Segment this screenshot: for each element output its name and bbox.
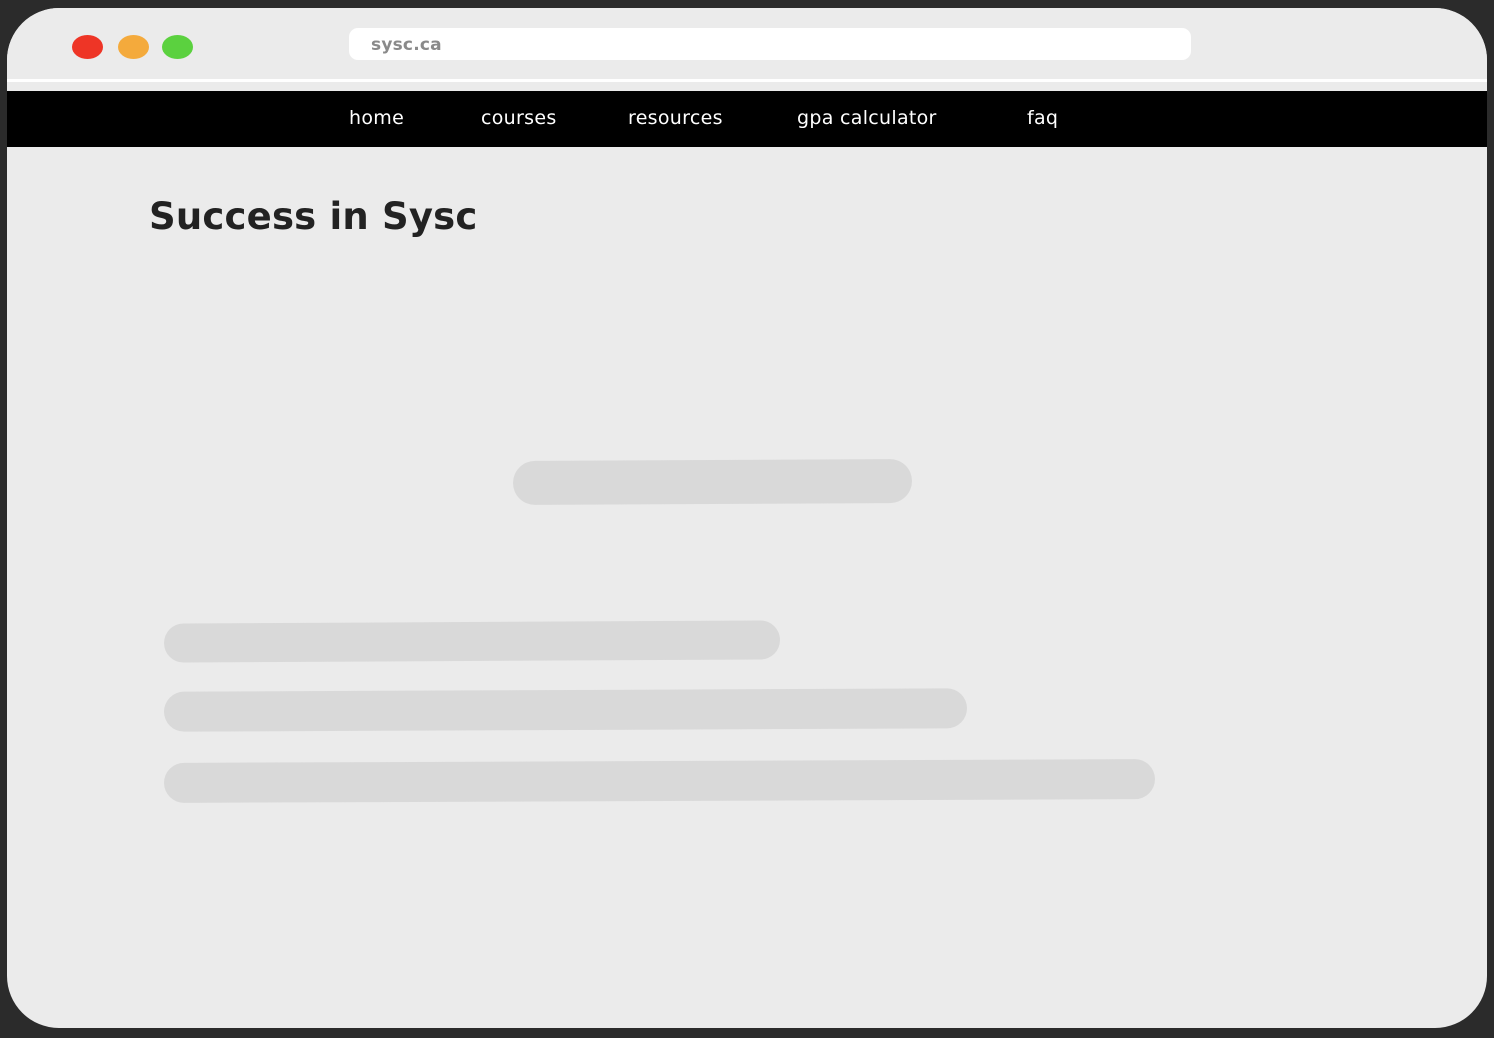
browser-titlebar: sysc.ca	[7, 8, 1487, 79]
address-url: sysc.ca	[371, 35, 442, 55]
titlebar-divider	[7, 79, 1487, 82]
address-bar[interactable]: sysc.ca	[349, 28, 1191, 60]
placeholder-text-line	[163, 620, 781, 663]
nav-item-home[interactable]: home	[349, 107, 404, 129]
close-window-icon[interactable]	[72, 35, 103, 59]
maximize-window-icon[interactable]	[162, 35, 193, 59]
nav-item-courses[interactable]: courses	[481, 107, 557, 129]
nav-item-faq[interactable]: faq	[1027, 107, 1058, 129]
nav-item-resources[interactable]: resources	[628, 107, 723, 129]
placeholder-heading	[512, 458, 913, 506]
placeholder-text-line	[163, 688, 968, 732]
nav-item-gpa-calculator[interactable]: gpa calculator	[797, 107, 937, 129]
top-navbar: home courses resources gpa calculator fa…	[7, 91, 1487, 147]
page-title: Success in Sysc	[149, 195, 478, 238]
minimize-window-icon[interactable]	[118, 35, 149, 59]
placeholder-text-line	[163, 759, 1156, 803]
browser-window: sysc.ca home courses resources gpa calcu…	[7, 8, 1487, 1028]
